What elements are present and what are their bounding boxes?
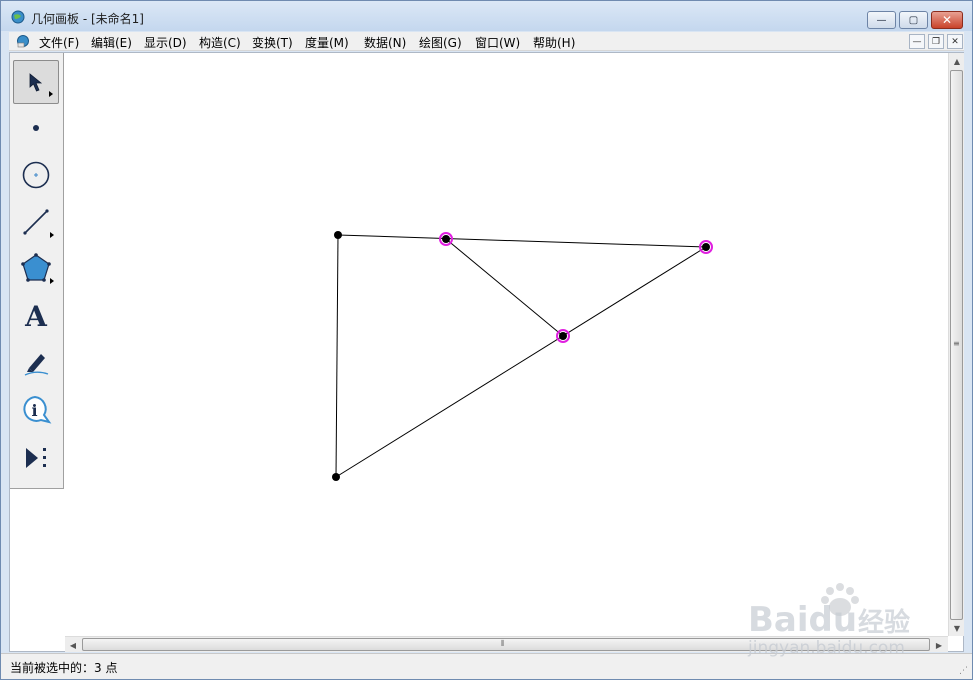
scroll-up-icon[interactable]: ▲: [949, 53, 965, 69]
compass-tool[interactable]: [13, 153, 59, 197]
segment-icon: [23, 209, 49, 235]
doc-restore-icon: ❐: [931, 36, 941, 47]
grip-icon: ⦀: [501, 639, 505, 648]
info-icon: i: [23, 395, 52, 424]
menu-number[interactable]: 数据(N): [364, 34, 406, 51]
menu-bar: 文件(F) 编辑(E) 显示(D) 构造(C) 变换(T) 度量(M) 数据(N…: [9, 32, 964, 51]
close-button[interactable]: ✕: [931, 11, 963, 29]
menu-display[interactable]: 显示(D): [144, 34, 187, 51]
tool-submenu-arrow-icon: [50, 278, 54, 284]
document-icon[interactable]: [16, 34, 30, 48]
text-A-icon: A: [25, 299, 47, 333]
menu-window[interactable]: 窗口(W): [475, 34, 520, 51]
custom-tool-icon: [26, 448, 46, 468]
segment-EA[interactable]: [335, 234, 339, 478]
app-globe-icon: [11, 10, 25, 24]
marker-pen-icon: [24, 354, 49, 376]
baidu-jingyan-watermark: Baidu 经验 jingyan.baidu.com: [747, 583, 910, 658]
point-tool[interactable]: [13, 106, 59, 150]
custom-tool[interactable]: [13, 436, 59, 480]
document-area: A i ▲ ≡ ▼ ◀ ⦀ ▶: [9, 52, 964, 652]
window-title: 几何画板 - [未命名1]: [31, 12, 144, 26]
watermark-url: jingyan.baidu.com: [747, 638, 905, 658]
segment-BD[interactable]: [445, 238, 564, 337]
menu-measure[interactable]: 度量(M): [305, 34, 349, 51]
segment-CE[interactable]: [335, 246, 707, 478]
minimize-button[interactable]: —: [867, 11, 896, 29]
arrow-icon: [29, 73, 43, 92]
close-icon: ✕: [941, 13, 953, 27]
point-icon: [33, 125, 39, 131]
menu-transform[interactable]: 变换(T): [252, 34, 293, 51]
selection-status: 当前被选中的：3 点: [10, 661, 118, 675]
doc-minimize-icon: —: [912, 36, 922, 47]
information-tool[interactable]: i: [13, 388, 59, 432]
title-bar[interactable]: 几何画板 - [未命名1] — ▢ ✕: [1, 1, 972, 31]
watermark-brand: Baidu: [748, 600, 857, 640]
point-B[interactable]: [442, 235, 450, 243]
point-D[interactable]: [559, 332, 567, 340]
resize-grip-icon[interactable]: ⋰: [959, 666, 968, 676]
minimize-icon: —: [876, 14, 887, 26]
sketch-canvas[interactable]: [65, 53, 948, 636]
tool-submenu-arrow-icon: [49, 91, 53, 97]
app-window: 几何画板 - [未命名1] — ▢ ✕ 文件(F) 编辑(E) 显示(D) 构造…: [0, 0, 973, 680]
doc-close-icon: ✕: [951, 36, 959, 47]
point-A[interactable]: [334, 231, 342, 239]
doc-close-button[interactable]: ✕: [947, 34, 963, 49]
menu-file[interactable]: 文件(F): [39, 34, 79, 51]
arrow-select-tool[interactable]: [13, 60, 59, 104]
svg-text:i: i: [32, 401, 38, 420]
menu-graph[interactable]: 绘图(G): [419, 34, 462, 51]
point-C[interactable]: [702, 243, 710, 251]
text-tool[interactable]: A: [13, 294, 59, 338]
menu-help[interactable]: 帮助(H): [533, 34, 575, 51]
scroll-down-icon[interactable]: ▼: [949, 620, 965, 636]
segment-AC[interactable]: [337, 234, 707, 248]
doc-restore-button[interactable]: ❐: [928, 34, 944, 49]
menu-edit[interactable]: 编辑(E): [91, 34, 132, 51]
marker-tool[interactable]: [13, 341, 59, 385]
menu-construct[interactable]: 构造(C): [199, 34, 241, 51]
maximize-icon: ▢: [908, 14, 919, 26]
vertical-scroll-thumb[interactable]: ≡: [950, 70, 963, 620]
doc-minimize-button[interactable]: —: [909, 34, 925, 49]
pentagon-icon: [21, 253, 51, 282]
tool-submenu-arrow-icon: [50, 232, 54, 238]
polygon-tool[interactable]: [13, 246, 59, 290]
circle-icon: [22, 161, 50, 189]
toolbox: A i: [10, 53, 64, 489]
straightedge-tool[interactable]: [13, 200, 59, 244]
vertical-scrollbar[interactable]: ▲ ≡ ▼: [948, 53, 964, 636]
watermark-brand-cn: 经验: [858, 607, 910, 638]
maximize-button[interactable]: ▢: [899, 11, 928, 29]
scroll-left-icon[interactable]: ◀: [65, 637, 81, 653]
point-E[interactable]: [332, 473, 340, 481]
grip-icon: ≡: [953, 339, 960, 348]
